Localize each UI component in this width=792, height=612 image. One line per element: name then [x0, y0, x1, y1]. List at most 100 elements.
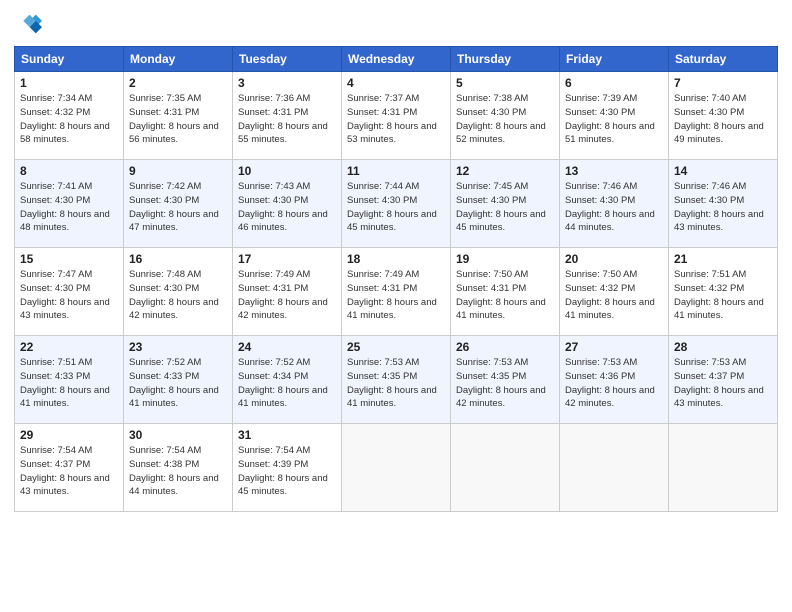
cell-details: Sunrise: 7:50 AMSunset: 4:32 PMDaylight:…: [565, 269, 655, 321]
day-number: 6: [565, 76, 663, 90]
cell-details: Sunrise: 7:40 AMSunset: 4:30 PMDaylight:…: [674, 93, 764, 145]
calendar-cell: 24Sunrise: 7:52 AMSunset: 4:34 PMDayligh…: [233, 336, 342, 424]
calendar-cell: 22 Sunrise: 7:51 AMSunset: 4:33 PMDayligh…: [15, 336, 124, 424]
cell-details: Sunrise: 7:51 AMSunset: 4:33 PMDaylight:…: [20, 357, 110, 409]
calendar-cell: 29 Sunrise: 7:54 AMSunset: 4:37 PMDayligh…: [15, 424, 124, 512]
calendar-cell: 1Sunrise: 7:34 AMSunset: 4:32 PMDaylight…: [15, 72, 124, 160]
cell-details: Sunrise: 7:53 AMSunset: 4:37 PMDaylight:…: [674, 357, 764, 409]
calendar-cell: [669, 424, 778, 512]
day-number: 2: [129, 76, 227, 90]
day-number: 5: [456, 76, 554, 90]
calendar-cell: 30 Sunrise: 7:54 AMSunset: 4:38 PMDayligh…: [124, 424, 233, 512]
day-number: 4: [347, 76, 445, 90]
cell-details: Sunrise: 7:36 AMSunset: 4:31 PMDaylight:…: [238, 93, 328, 145]
calendar-cell: [451, 424, 560, 512]
day-number: 23: [129, 340, 227, 354]
cell-details: Sunrise: 7:54 AMSunset: 4:38 PMDaylight:…: [129, 445, 219, 497]
calendar-week-5: 29 Sunrise: 7:54 AMSunset: 4:37 PMDayligh…: [15, 424, 778, 512]
calendar-cell: 18Sunrise: 7:49 AMSunset: 4:31 PMDayligh…: [342, 248, 451, 336]
calendar-cell: 5 Sunrise: 7:38 AMSunset: 4:30 PMDaylight…: [451, 72, 560, 160]
weekday-row: SundayMondayTuesdayWednesdayThursdayFrid…: [15, 47, 778, 72]
calendar-cell: [560, 424, 669, 512]
day-number: 17: [238, 252, 336, 266]
calendar-cell: 21Sunrise: 7:51 AMSunset: 4:32 PMDayligh…: [669, 248, 778, 336]
logo-icon: [14, 10, 42, 38]
day-number: 18: [347, 252, 445, 266]
weekday-header-saturday: Saturday: [669, 47, 778, 72]
calendar-cell: 4 Sunrise: 7:37 AMSunset: 4:31 PMDaylight…: [342, 72, 451, 160]
weekday-header-monday: Monday: [124, 47, 233, 72]
calendar-body: 1Sunrise: 7:34 AMSunset: 4:32 PMDaylight…: [15, 72, 778, 512]
calendar-cell: 28 Sunrise: 7:53 AMSunset: 4:37 PMDayligh…: [669, 336, 778, 424]
calendar-cell: 15Sunrise: 7:47 AMSunset: 4:30 PMDayligh…: [15, 248, 124, 336]
calendar-cell: 27 Sunrise: 7:53 AMSunset: 4:36 PMDayligh…: [560, 336, 669, 424]
cell-details: Sunrise: 7:47 AMSunset: 4:30 PMDaylight:…: [20, 269, 110, 321]
calendar-header: SundayMondayTuesdayWednesdayThursdayFrid…: [15, 47, 778, 72]
day-number: 21: [674, 252, 772, 266]
day-number: 26: [456, 340, 554, 354]
cell-details: Sunrise: 7:48 AMSunset: 4:30 PMDaylight:…: [129, 269, 219, 321]
page: SundayMondayTuesdayWednesdayThursdayFrid…: [0, 0, 792, 612]
day-number: 16: [129, 252, 227, 266]
day-number: 29: [20, 428, 118, 442]
cell-details: Sunrise: 7:42 AMSunset: 4:30 PMDaylight:…: [129, 181, 219, 233]
cell-details: Sunrise: 7:53 AMSunset: 4:35 PMDaylight:…: [347, 357, 437, 409]
cell-details: Sunrise: 7:50 AMSunset: 4:31 PMDaylight:…: [456, 269, 546, 321]
day-number: 25: [347, 340, 445, 354]
calendar-cell: 12 Sunrise: 7:45 AMSunset: 4:30 PMDayligh…: [451, 160, 560, 248]
calendar-cell: 19Sunrise: 7:50 AMSunset: 4:31 PMDayligh…: [451, 248, 560, 336]
cell-details: Sunrise: 7:54 AMSunset: 4:39 PMDaylight:…: [238, 445, 328, 497]
calendar-cell: [342, 424, 451, 512]
day-number: 30: [129, 428, 227, 442]
cell-details: Sunrise: 7:41 AMSunset: 4:30 PMDaylight:…: [20, 181, 110, 233]
day-number: 1: [20, 76, 118, 90]
cell-details: Sunrise: 7:52 AMSunset: 4:34 PMDaylight:…: [238, 357, 328, 409]
calendar-table: SundayMondayTuesdayWednesdayThursdayFrid…: [14, 46, 778, 512]
weekday-header-wednesday: Wednesday: [342, 47, 451, 72]
day-number: 10: [238, 164, 336, 178]
calendar-cell: 8 Sunrise: 7:41 AMSunset: 4:30 PMDaylight…: [15, 160, 124, 248]
calendar-cell: 31 Sunrise: 7:54 AMSunset: 4:39 PMDayligh…: [233, 424, 342, 512]
weekday-header-sunday: Sunday: [15, 47, 124, 72]
day-number: 27: [565, 340, 663, 354]
day-number: 7: [674, 76, 772, 90]
day-number: 20: [565, 252, 663, 266]
calendar-week-1: 1Sunrise: 7:34 AMSunset: 4:32 PMDaylight…: [15, 72, 778, 160]
cell-details: Sunrise: 7:37 AMSunset: 4:31 PMDaylight:…: [347, 93, 437, 145]
calendar-cell: 7 Sunrise: 7:40 AMSunset: 4:30 PMDaylight…: [669, 72, 778, 160]
header: [14, 10, 778, 38]
calendar-cell: 13Sunrise: 7:46 AMSunset: 4:30 PMDayligh…: [560, 160, 669, 248]
calendar-cell: 9 Sunrise: 7:42 AMSunset: 4:30 PMDaylight…: [124, 160, 233, 248]
day-number: 28: [674, 340, 772, 354]
day-number: 11: [347, 164, 445, 178]
cell-details: Sunrise: 7:38 AMSunset: 4:30 PMDaylight:…: [456, 93, 546, 145]
calendar-cell: 20 Sunrise: 7:50 AMSunset: 4:32 PMDayligh…: [560, 248, 669, 336]
cell-details: Sunrise: 7:39 AMSunset: 4:30 PMDaylight:…: [565, 93, 655, 145]
weekday-header-tuesday: Tuesday: [233, 47, 342, 72]
day-number: 3: [238, 76, 336, 90]
cell-details: Sunrise: 7:44 AMSunset: 4:30 PMDaylight:…: [347, 181, 437, 233]
cell-details: Sunrise: 7:53 AMSunset: 4:36 PMDaylight:…: [565, 357, 655, 409]
day-number: 8: [20, 164, 118, 178]
calendar-cell: 16 Sunrise: 7:48 AMSunset: 4:30 PMDayligh…: [124, 248, 233, 336]
cell-details: Sunrise: 7:54 AMSunset: 4:37 PMDaylight:…: [20, 445, 110, 497]
day-number: 12: [456, 164, 554, 178]
cell-details: Sunrise: 7:45 AMSunset: 4:30 PMDaylight:…: [456, 181, 546, 233]
weekday-header-friday: Friday: [560, 47, 669, 72]
calendar-week-2: 8 Sunrise: 7:41 AMSunset: 4:30 PMDaylight…: [15, 160, 778, 248]
calendar-cell: 17 Sunrise: 7:49 AMSunset: 4:31 PMDayligh…: [233, 248, 342, 336]
cell-details: Sunrise: 7:35 AMSunset: 4:31 PMDaylight:…: [129, 93, 219, 145]
cell-details: Sunrise: 7:43 AMSunset: 4:30 PMDaylight:…: [238, 181, 328, 233]
cell-details: Sunrise: 7:46 AMSunset: 4:30 PMDaylight:…: [674, 181, 764, 233]
calendar-cell: 10 Sunrise: 7:43 AMSunset: 4:30 PMDayligh…: [233, 160, 342, 248]
day-number: 9: [129, 164, 227, 178]
day-number: 22: [20, 340, 118, 354]
calendar-cell: 2 Sunrise: 7:35 AMSunset: 4:31 PMDaylight…: [124, 72, 233, 160]
calendar-week-3: 15Sunrise: 7:47 AMSunset: 4:30 PMDayligh…: [15, 248, 778, 336]
calendar-cell: 14Sunrise: 7:46 AMSunset: 4:30 PMDayligh…: [669, 160, 778, 248]
day-number: 31: [238, 428, 336, 442]
calendar-cell: 11 Sunrise: 7:44 AMSunset: 4:30 PMDayligh…: [342, 160, 451, 248]
logo: [14, 10, 46, 38]
cell-details: Sunrise: 7:49 AMSunset: 4:31 PMDaylight:…: [238, 269, 328, 321]
cell-details: Sunrise: 7:52 AMSunset: 4:33 PMDaylight:…: [129, 357, 219, 409]
